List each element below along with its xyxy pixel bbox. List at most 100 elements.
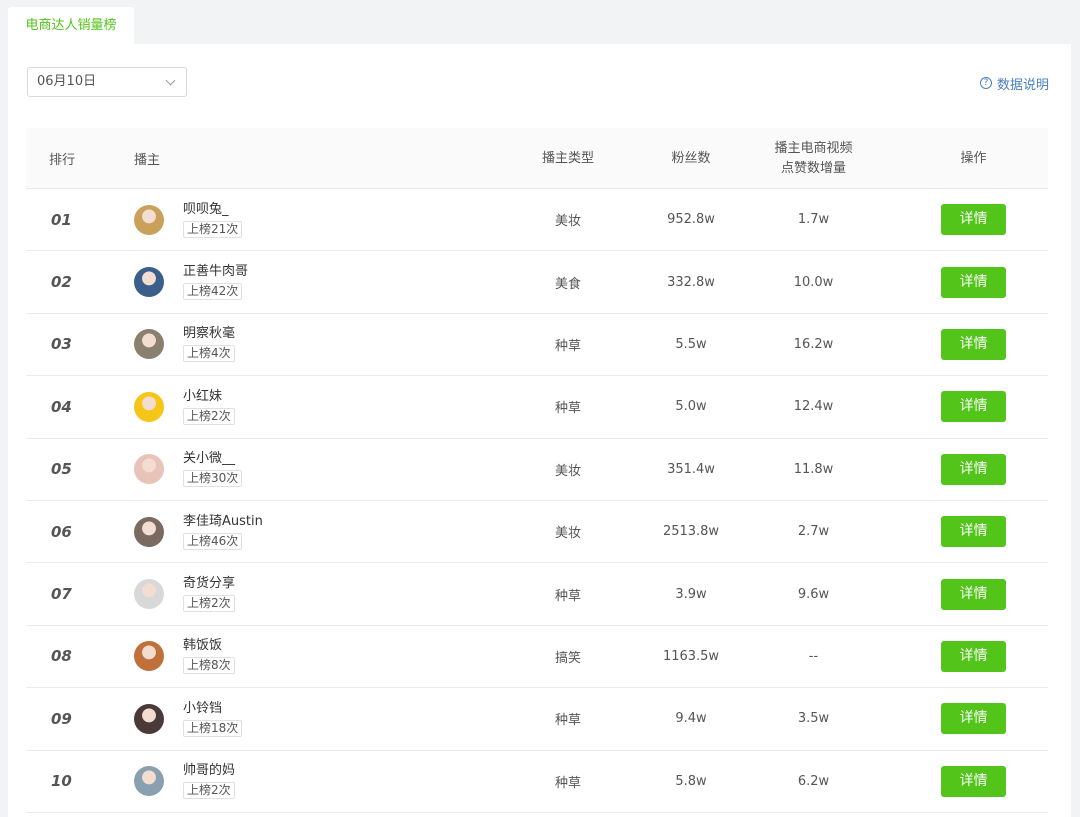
data-explain-link[interactable]: ? 数据说明 (979, 75, 1049, 93)
ranking-times-badge: 上榜2次 (183, 407, 235, 425)
tab-bar: 电商达人销量榜 (0, 0, 1080, 44)
likes-increase: 3.5w (797, 711, 830, 727)
streamer-cell[interactable]: 小红妹 上榜2次 (134, 376, 235, 437)
ranking-times-badge: 上榜46次 (183, 532, 243, 550)
streamer-cell[interactable]: 小铃铛 上榜18次 (134, 688, 243, 749)
streamer-name[interactable]: 小铃铛 (183, 701, 242, 717)
table-row: 05 关小微__ 上榜30次 美妆 351.4w 11.8w 详情 (26, 439, 1048, 501)
streamer-name[interactable]: 关小微__ (183, 451, 242, 467)
action-cell: 详情 (941, 439, 1006, 500)
action-cell: 详情 (941, 751, 1006, 812)
avatar (134, 516, 164, 547)
ranking-table: 排行 播主 播主类型 粉丝数 播主电商视频 点赞数增量 操作 01 呗呗兔_ 上… (26, 128, 1048, 813)
rank-number: 08 (51, 647, 72, 666)
streamer-info: 正善牛肉哥 上榜42次 (183, 264, 248, 301)
streamer-name[interactable]: 呗呗兔_ (183, 202, 242, 218)
detail-button[interactable]: 详情 (941, 391, 1006, 423)
header-likes-line2: 点赞数增量 (780, 160, 846, 176)
likes-increase: -- (808, 648, 819, 664)
rank-number: 05 (51, 460, 72, 479)
tab-ecommerce-sales-ranking[interactable]: 电商达人销量榜 (8, 7, 134, 44)
streamer-name[interactable]: 小红妹 (183, 389, 235, 405)
avatar (134, 641, 164, 672)
detail-button[interactable]: 详情 (941, 204, 1006, 236)
streamer-name[interactable]: 李佳琦Austin (183, 514, 263, 530)
streamer-type: 美妆 (554, 463, 581, 479)
likes-increase: 12.4w (793, 399, 834, 415)
avatar (134, 454, 164, 485)
date-select[interactable]: 06月10日 (27, 67, 187, 97)
action-cell: 详情 (941, 688, 1006, 749)
avatar (134, 329, 164, 360)
rank-number: 07 (51, 585, 72, 604)
rank-number: 09 (51, 709, 72, 728)
streamer-name[interactable]: 明察秋毫 (183, 326, 235, 342)
ranking-panel: 06月10日 ? 数据说明 排行 播主 播主类型 粉丝数 播主电商视频 点赞数增… (8, 44, 1071, 817)
ranking-times-badge: 上榜18次 (183, 719, 243, 737)
streamer-info: 关小微__ 上榜30次 (183, 451, 243, 488)
streamer-cell[interactable]: 关小微__ 上榜30次 (134, 439, 243, 500)
streamer-name[interactable]: 奇货分享 (183, 576, 235, 592)
fans-count: 1163.5w (662, 648, 720, 664)
streamer-info: 小铃铛 上榜18次 (183, 701, 243, 737)
detail-button[interactable]: 详情 (941, 640, 1006, 672)
table-row: 10 帅哥的妈 上榜2次 种草 5.8w 6.2w 详情 (26, 751, 1048, 813)
avatar (134, 391, 164, 422)
ranking-times-badge: 上榜2次 (183, 782, 235, 800)
streamer-info: 韩饭饭 上榜8次 (183, 638, 235, 675)
fans-count: 3.9w (675, 586, 707, 602)
header-type: 播主类型 (541, 150, 594, 166)
likes-increase: 6.2w (797, 773, 830, 789)
streamer-cell[interactable]: 正善牛肉哥 上榜42次 (134, 251, 248, 312)
streamer-info: 帅哥的妈 上榜2次 (183, 763, 235, 800)
likes-increase: 10.0w (793, 274, 834, 290)
streamer-info: 奇货分享 上榜2次 (183, 576, 235, 613)
fans-count: 5.5w (675, 336, 707, 352)
fans-count: 2513.8w (662, 524, 720, 540)
streamer-info: 李佳琦Austin 上榜46次 (183, 514, 263, 550)
rank-number: 10 (51, 772, 72, 791)
avatar (134, 267, 164, 298)
detail-button[interactable]: 详情 (941, 765, 1006, 797)
streamer-cell[interactable]: 帅哥的妈 上榜2次 (134, 751, 235, 812)
streamer-cell[interactable]: 呗呗兔_ 上榜21次 (134, 189, 243, 250)
streamer-type: 美妆 (554, 526, 581, 542)
streamer-type: 种草 (554, 713, 581, 729)
table-row: 04 小红妹 上榜2次 种草 5.0w 12.4w 详情 (26, 376, 1048, 439)
fans-count: 351.4w (667, 461, 715, 477)
chevron-down-icon (165, 75, 176, 86)
rank-number: 01 (51, 210, 72, 229)
rank-number: 03 (51, 335, 72, 354)
fans-count: 332.8w (667, 274, 715, 290)
table-row: 06 李佳琦Austin 上榜46次 美妆 2513.8w 2.7w 详情 (26, 501, 1048, 564)
streamer-type: 种草 (554, 401, 581, 417)
streamer-name[interactable]: 正善牛肉哥 (183, 264, 248, 280)
rank-number: 06 (51, 522, 72, 541)
table-body: 01 呗呗兔_ 上榜21次 美妆 952.8w 1.7w 详情 02 正善牛肉哥… (26, 189, 1048, 813)
detail-button[interactable]: 详情 (941, 516, 1006, 548)
detail-button[interactable]: 详情 (941, 266, 1006, 298)
rank-number: 02 (51, 273, 72, 292)
streamer-name[interactable]: 帅哥的妈 (183, 763, 235, 779)
streamer-cell[interactable]: 韩饭饭 上榜8次 (134, 626, 235, 687)
rank-number: 04 (51, 397, 72, 416)
streamer-name[interactable]: 韩饭饭 (183, 638, 235, 654)
likes-increase: 2.7w (797, 524, 830, 540)
detail-button[interactable]: 详情 (941, 578, 1006, 610)
avatar (134, 766, 164, 797)
streamer-cell[interactable]: 奇货分享 上榜2次 (134, 563, 235, 624)
streamer-cell[interactable]: 明察秋毫 上榜4次 (134, 314, 235, 375)
detail-button[interactable]: 详情 (941, 328, 1006, 360)
ranking-times-badge: 上榜30次 (183, 470, 243, 488)
streamer-type: 种草 (554, 588, 581, 604)
detail-button[interactable]: 详情 (941, 703, 1006, 735)
streamer-info: 呗呗兔_ 上榜21次 (183, 202, 243, 238)
action-cell: 详情 (941, 626, 1006, 687)
detail-button[interactable]: 详情 (941, 453, 1006, 485)
streamer-cell[interactable]: 李佳琦Austin 上榜46次 (134, 501, 263, 562)
data-explain-label: 数据说明 (996, 77, 1049, 93)
avatar (134, 579, 164, 610)
ranking-times-badge: 上榜21次 (183, 220, 243, 238)
streamer-type: 种草 (554, 775, 581, 791)
header-action: 操作 (960, 150, 987, 166)
